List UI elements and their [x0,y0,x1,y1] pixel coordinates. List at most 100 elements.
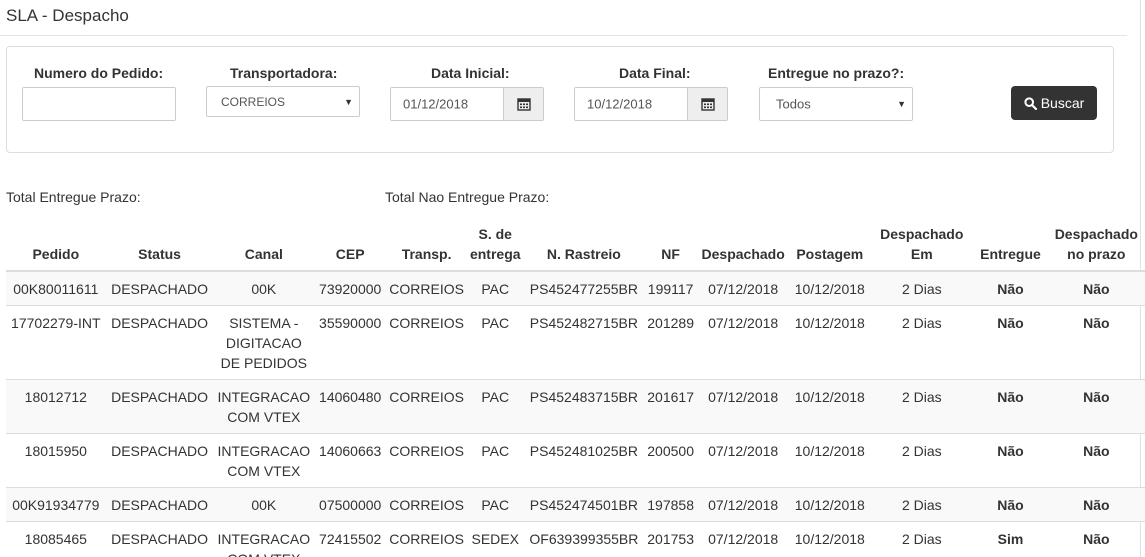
table-cell: CORREIOS [386,487,467,522]
table-cell: 10/12/2018 [789,270,871,306]
table-cell: 72415502 [314,521,387,557]
table-cell: Não [973,379,1048,434]
table-cell: 14060663 [314,433,387,488]
table-cell: 18012712 [6,379,106,434]
transportadora-select-value: CORREIOS [221,94,286,109]
table-cell: 35590000 [314,305,387,380]
table-cell: PS452481025BR [523,433,645,488]
table-cell: 00K [213,487,315,522]
table-cell: INTEGRACAO COM VTEX [213,521,315,557]
table-cell: SEDEX [466,521,524,557]
table-cell: 07/12/2018 [696,379,790,434]
table-cell: Não [1047,433,1145,488]
calendar-icon[interactable] [503,88,543,120]
table-cell: 00K80011611 [6,270,106,306]
data-inicial-value: 01/12/2018 [403,96,469,112]
total-entregue-label: Total Entregue Prazo: [6,189,141,205]
column-header[interactable]: Despachado [696,224,790,272]
table-row: 18085465 DESPACHADO INTEGRACAO COM VTEX … [6,521,1145,557]
table-cell: Não [1047,270,1145,306]
table-cell: Não [973,433,1048,488]
table-cell: 200500 [644,433,697,488]
column-header[interactable]: Canal [213,224,315,272]
table-cell: PAC [466,487,524,522]
table-cell: 197858 [644,487,697,522]
calendar-icon[interactable] [687,88,727,120]
entregue-select-value: Todos [776,96,811,112]
column-header[interactable]: Postagem [789,224,871,272]
table-cell: 00K91934779 [6,487,106,522]
table-cell: 10/12/2018 [789,487,871,522]
search-icon [1024,96,1037,110]
data-inicial-label: Data Inicial: [431,65,510,81]
table-cell: 201753 [644,521,697,557]
column-header[interactable]: NF [644,224,697,272]
table-cell: Não [973,305,1048,380]
table-cell: PAC [466,433,524,488]
table-cell: CORREIOS [386,379,467,434]
page-title: SLA - Despacho [6,6,129,25]
table-row: 17702279-INT DESPACHADO SISTEMA - DIGITA… [6,305,1145,380]
table-cell: DESPACHADO [105,487,214,522]
table-row: 18015950 DESPACHADO INTEGRACAO COM VTEX … [6,433,1145,488]
table-cell: DESPACHADO [105,305,214,380]
column-header[interactable]: Pedido [6,224,106,272]
column-header[interactable]: Despachado Em [870,224,974,272]
column-header[interactable]: Entregue [973,224,1048,272]
data-final-label: Data Final: [619,65,691,81]
table-cell: 00K [213,270,315,306]
table-cell: 2 Dias [870,521,974,557]
data-final-input[interactable]: 10/12/2018 [574,87,728,121]
table-cell: 07/12/2018 [696,487,790,522]
despacho-table: Pedido Status Canal CEP Transp. S. de en… [6,224,1145,557]
table-cell: 2 Dias [870,270,974,306]
table-cell: Não [1047,379,1145,434]
entregue-select[interactable]: Todos ▼ [759,87,913,121]
table-cell: 07/12/2018 [696,270,790,306]
pedido-input[interactable] [22,87,176,121]
total-nao-entregue-label: Total Nao Entregue Prazo: [385,189,550,205]
column-header[interactable]: S. de entrega [466,224,524,272]
table-row: 00K91934779 DESPACHADO 00K 07500000 CORR… [6,487,1145,522]
table-cell: 2 Dias [870,305,974,380]
table-cell: 18085465 [6,521,106,557]
data-inicial-input[interactable]: 01/12/2018 [390,87,544,121]
table-cell: 10/12/2018 [789,379,871,434]
table-cell: PAC [466,379,524,434]
transportadora-select[interactable]: CORREIOS ▼ [206,86,360,117]
table-cell: Não [1047,521,1145,557]
table-cell: 199117 [644,270,697,306]
table-cell: 201289 [644,305,697,380]
table-cell: 201617 [644,379,697,434]
table-cell: 18015950 [6,433,106,488]
table-cell: 73920000 [314,270,387,306]
table-header-row: Pedido Status Canal CEP Transp. S. de en… [6,224,1145,272]
column-header[interactable]: N. Rastreio [523,224,645,272]
table-cell: 10/12/2018 [789,521,871,557]
table-cell: CORREIOS [386,521,467,557]
column-header[interactable]: Status [105,224,214,272]
column-header[interactable]: Transp. [386,224,467,272]
table-cell: SISTEMA - DIGITACAO DE PEDIDOS [213,305,315,380]
table-cell: 07/12/2018 [696,521,790,557]
table-cell: Não [1047,305,1145,380]
table-cell: 2 Dias [870,433,974,488]
table-cell: 07/12/2018 [696,433,790,488]
column-header[interactable]: Despachado no prazo [1047,224,1145,272]
table-cell: 17702279-INT [6,305,106,380]
pedido-label: Numero do Pedido: [34,65,164,81]
table-cell: DESPACHADO [105,270,214,306]
table-cell: 10/12/2018 [789,305,871,380]
table-row: 00K80011611 DESPACHADO 00K 73920000 CORR… [6,270,1145,306]
caret-down-icon: ▼ [344,96,353,107]
table-cell: 14060480 [314,379,387,434]
table-cell: PS452474501BR [523,487,645,522]
table-cell: DESPACHADO [105,521,214,557]
table-cell: PS452477255BR [523,270,645,306]
column-header[interactable]: CEP [314,224,387,272]
table-cell: INTEGRACAO COM VTEX [213,379,315,434]
table-cell: PAC [466,270,524,306]
table-cell: 10/12/2018 [789,433,871,488]
table-cell: CORREIOS [386,305,467,380]
buscar-button[interactable]: Buscar [1011,86,1097,120]
